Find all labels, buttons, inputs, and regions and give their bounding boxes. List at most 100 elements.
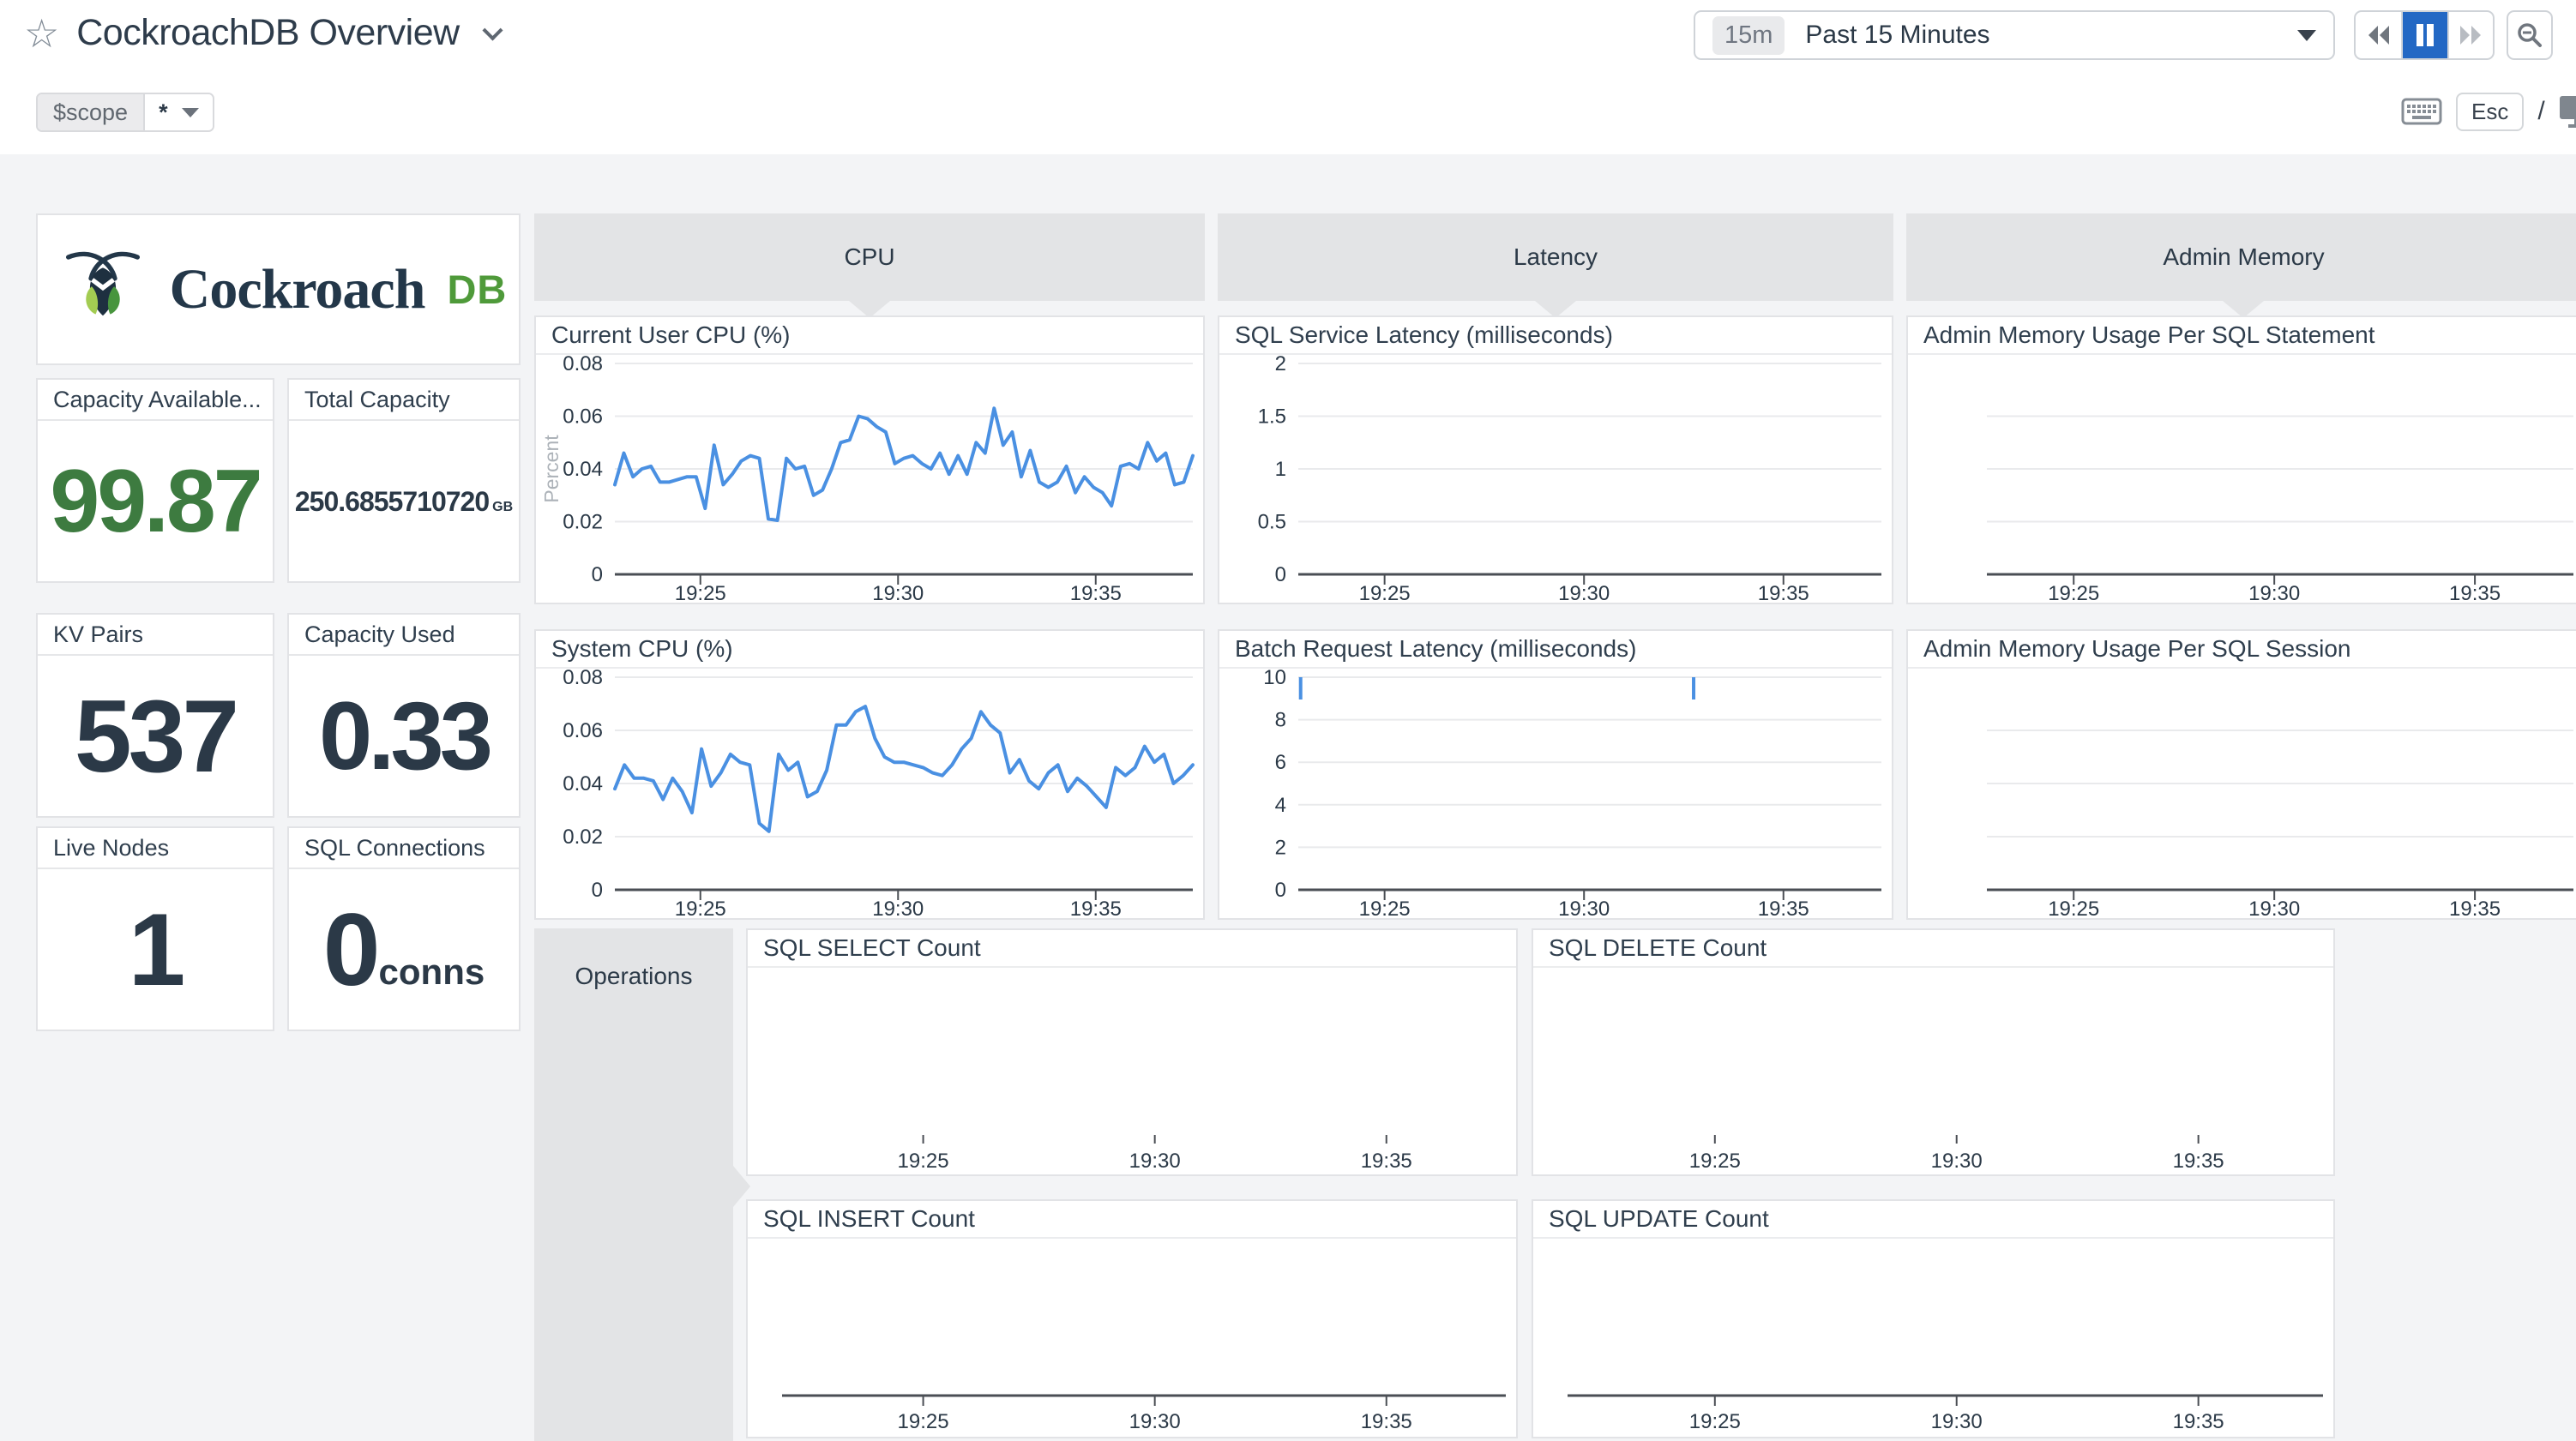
group-header-latency[interactable]: Latency bbox=[1218, 213, 1893, 301]
svg-text:19:30: 19:30 bbox=[1129, 1150, 1181, 1173]
tv-mode-icon[interactable] bbox=[2559, 95, 2576, 128]
stat-card-kv-pairs[interactable]: KV Pairs 537 bbox=[36, 613, 274, 818]
svg-text:19:25: 19:25 bbox=[898, 1410, 949, 1433]
cockroach-bug-icon bbox=[50, 237, 156, 343]
logo-word: Cockroach bbox=[170, 257, 425, 322]
stat-value: 0.33 bbox=[319, 688, 489, 784]
svg-text:19:30: 19:30 bbox=[1129, 1410, 1181, 1433]
stat-card-capacity-used[interactable]: Capacity Used 0.33 bbox=[287, 613, 521, 818]
title-row: ☆ CockroachDB Overview bbox=[24, 12, 500, 54]
stat-unit: conns bbox=[379, 952, 485, 993]
stat-card-total-capacity[interactable]: Total Capacity 250.6855710720GB bbox=[287, 378, 521, 583]
header-bar: ☆ CockroachDB Overview 15m Past 15 Minut… bbox=[0, 0, 2576, 154]
svg-text:19:35: 19:35 bbox=[1070, 898, 1122, 918]
stat-card-capacity-available[interactable]: Capacity Available... 99.87 bbox=[36, 378, 274, 583]
svg-text:19:25: 19:25 bbox=[1689, 1150, 1741, 1173]
svg-text:0.06: 0.06 bbox=[563, 719, 603, 742]
chart-title: SQL UPDATE Count bbox=[1533, 1201, 2333, 1239]
svg-text:0: 0 bbox=[592, 879, 603, 902]
chart-title: SQL DELETE Count bbox=[1533, 930, 2333, 968]
sql-service-latency-chart[interactable]: 00.511.5219:2519:3019:35 bbox=[1219, 355, 1892, 603]
svg-text:19:30: 19:30 bbox=[1558, 582, 1610, 603]
favorite-star-icon[interactable]: ☆ bbox=[24, 14, 59, 53]
svg-text:2: 2 bbox=[1275, 836, 1286, 859]
chart-title: System CPU (%) bbox=[536, 631, 1203, 669]
group-header-operations[interactable]: Operations bbox=[534, 928, 733, 1441]
svg-text:0.5: 0.5 bbox=[1258, 511, 1286, 534]
svg-text:19:25: 19:25 bbox=[2048, 582, 2099, 603]
chart-card-current-user-cpu: Current User CPU (%) 00.020.040.060.0819… bbox=[534, 315, 1205, 604]
svg-text:19:30: 19:30 bbox=[1558, 898, 1610, 918]
svg-text:19:30: 19:30 bbox=[2248, 582, 2300, 603]
svg-text:19:35: 19:35 bbox=[2449, 898, 2501, 918]
chart-card-system-cpu: System CPU (%) 00.020.040.060.0819:2519:… bbox=[534, 629, 1205, 920]
forward-button[interactable] bbox=[2447, 12, 2493, 58]
sql-update-count-chart[interactable]: 19:2519:3019:35 bbox=[1533, 1239, 2333, 1437]
group-header-cpu[interactable]: CPU bbox=[534, 213, 1205, 301]
svg-text:19:35: 19:35 bbox=[1758, 898, 1809, 918]
chart-title: SQL INSERT Count bbox=[748, 1201, 1516, 1239]
sql-insert-count-chart[interactable]: 19:25 19:30 19:35 bbox=[748, 1239, 1516, 1437]
chart-card-admin-memory-session: Admin Memory Usage Per SQL Session 19:25… bbox=[1906, 629, 2576, 920]
svg-text:0: 0 bbox=[1275, 879, 1286, 902]
stat-value: 537 bbox=[75, 685, 236, 788]
sql-delete-count-chart[interactable]: 19:2519:3019:35 bbox=[1533, 968, 2333, 1174]
svg-text:1: 1 bbox=[1275, 458, 1286, 481]
rewind-button[interactable] bbox=[2356, 12, 2401, 58]
chart-card-sql-update-count: SQL UPDATE Count 19:2519:3019:35 bbox=[1532, 1199, 2335, 1438]
chart-title: Admin Memory Usage Per SQL Statement bbox=[1908, 317, 2576, 355]
current-user-cpu-chart[interactable]: 00.020.040.060.0819:2519:3019:35Percent bbox=[536, 355, 1203, 603]
system-cpu-chart[interactable]: 00.020.040.060.0819:2519:3019:35 bbox=[536, 669, 1203, 918]
svg-text:0.04: 0.04 bbox=[563, 458, 603, 481]
svg-text:19:25: 19:25 bbox=[2048, 898, 2099, 918]
title-chevron-down-icon[interactable] bbox=[482, 20, 503, 40]
stat-card-sql-connections[interactable]: SQL Connections 0conns bbox=[287, 826, 521, 1031]
group-label: Latency bbox=[1514, 243, 1598, 271]
group-label: Operations bbox=[534, 963, 733, 990]
stat-title: Capacity Used bbox=[289, 615, 519, 656]
svg-text:0.02: 0.02 bbox=[563, 511, 603, 534]
svg-text:0.02: 0.02 bbox=[563, 826, 603, 849]
fast-forward-icon bbox=[2458, 23, 2483, 47]
playback-controls bbox=[2354, 10, 2495, 60]
chart-card-admin-memory-statement: Admin Memory Usage Per SQL Statement 19:… bbox=[1906, 315, 2576, 604]
svg-text:19:35: 19:35 bbox=[2173, 1410, 2224, 1433]
time-range-select[interactable]: 15m Past 15 Minutes bbox=[1694, 10, 2335, 60]
batch-request-latency-chart[interactable]: 024681019:2519:3019:35 bbox=[1219, 669, 1892, 918]
group-header-admin-memory[interactable]: Admin Memory bbox=[1906, 213, 2576, 301]
chart-title: SQL Service Latency (milliseconds) bbox=[1219, 317, 1892, 355]
admin-memory-session-chart[interactable]: 19:2519:3019:35 bbox=[1908, 669, 2576, 918]
page-title: CockroachDB Overview bbox=[76, 12, 459, 54]
svg-text:19:30: 19:30 bbox=[1931, 1150, 1983, 1173]
sql-select-count-chart[interactable]: 19:2519:3019:35 bbox=[748, 968, 1516, 1174]
stat-card-live-nodes[interactable]: Live Nodes 1 bbox=[36, 826, 274, 1031]
keyboard-icon[interactable] bbox=[2401, 98, 2442, 125]
chart-card-sql-insert-count: SQL INSERT Count 19:25 19:30 19:35 bbox=[746, 1199, 1518, 1438]
stat-unit: GB bbox=[492, 500, 513, 515]
chart-title: Batch Request Latency (milliseconds) bbox=[1219, 631, 1892, 669]
chart-card-sql-service-latency: SQL Service Latency (milliseconds) 00.51… bbox=[1218, 315, 1893, 604]
svg-text:19:25: 19:25 bbox=[1359, 898, 1411, 918]
group-label: Admin Memory bbox=[2163, 243, 2324, 271]
admin-memory-statement-chart[interactable]: 19:25 19:30 19:35 bbox=[1908, 355, 2576, 603]
chart-card-sql-select-count: SQL SELECT Count 19:2519:3019:35 bbox=[746, 928, 1518, 1176]
svg-text:19:30: 19:30 bbox=[872, 898, 924, 918]
scope-label: $scope bbox=[38, 94, 143, 130]
stat-value: 1 bbox=[129, 898, 183, 1001]
chart-title: SQL SELECT Count bbox=[748, 930, 1516, 968]
rewind-icon bbox=[2366, 23, 2392, 47]
pause-button[interactable] bbox=[2401, 12, 2447, 58]
svg-text:0.08: 0.08 bbox=[563, 669, 603, 689]
chart-card-batch-request-latency: Batch Request Latency (milliseconds) 024… bbox=[1218, 629, 1893, 920]
logo-suffix: DB bbox=[447, 266, 507, 313]
zoom-out-button[interactable] bbox=[2507, 10, 2553, 60]
scope-variable-select[interactable]: $scope * bbox=[36, 93, 214, 132]
svg-text:19:25: 19:25 bbox=[898, 1150, 949, 1173]
svg-text:19:35: 19:35 bbox=[1361, 1410, 1412, 1433]
stat-title: KV Pairs bbox=[38, 615, 273, 656]
svg-text:0.04: 0.04 bbox=[563, 772, 603, 796]
svg-text:19:35: 19:35 bbox=[2449, 582, 2501, 603]
svg-text:19:35: 19:35 bbox=[1070, 582, 1122, 603]
svg-text:19:25: 19:25 bbox=[675, 582, 726, 603]
svg-text:8: 8 bbox=[1275, 709, 1286, 732]
